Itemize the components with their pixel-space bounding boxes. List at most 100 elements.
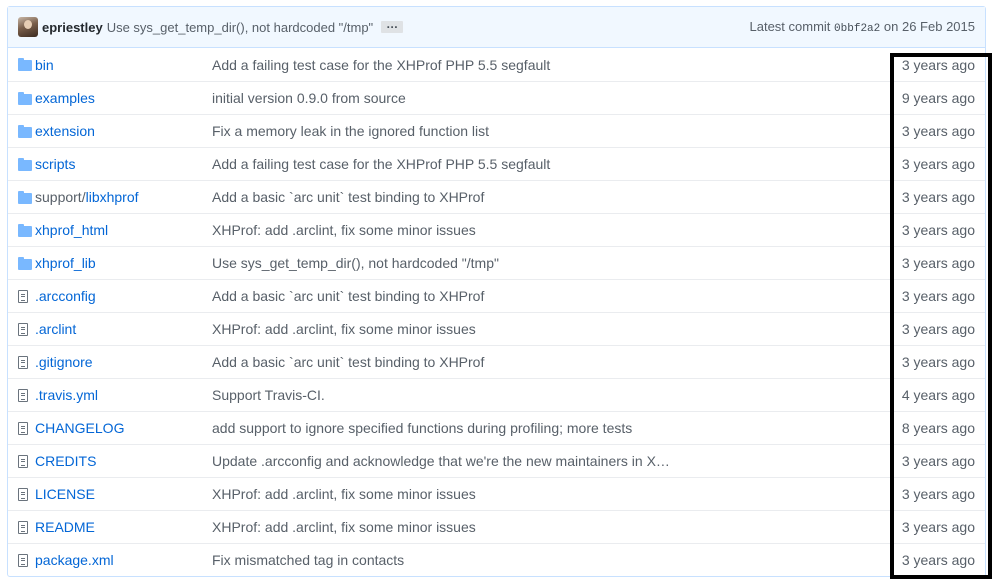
file-name-link[interactable]: LICENSE [35,486,212,502]
commit-sha-link[interactable]: 0bbf2a2 [834,23,880,35]
file-icon [18,289,28,303]
file-type-icon-cell [18,421,35,435]
file-row[interactable]: scripts Add a failing test case for the X… [8,147,985,180]
commit-age: 3 years ago [901,222,975,238]
commit-age: 3 years ago [901,519,975,535]
file-row[interactable]: LICENSE XHProf: add .arclint, fix some mi… [8,477,985,510]
file-row[interactable]: extension Fix a memory leak in the ignore… [8,114,985,147]
commit-age: 3 years ago [901,56,975,73]
file-name-text[interactable]: CREDITS [35,453,96,469]
commit-message-link[interactable]: Support Travis-CI. [212,387,892,403]
file-name-link[interactable]: .arcconfig [35,288,212,304]
file-name-link[interactable]: CHANGELOG [35,420,212,436]
commit-age: 3 years ago [901,255,975,271]
file-name-link[interactable]: .arclint [35,321,212,337]
commit-author-link[interactable]: epriestley [42,20,103,35]
file-type-icon-cell [18,322,35,336]
file-name-link[interactable]: scripts [35,156,212,172]
file-name-link[interactable]: bin [35,57,212,73]
file-name-link[interactable]: .gitignore [35,354,212,370]
file-name-text[interactable]: .gitignore [35,354,93,370]
commit-message-link[interactable]: Update .arcconfig and acknowledge that w… [212,453,892,469]
file-row[interactable]: .arclint XHProf: add .arclint, fix some m… [8,312,985,345]
folder-icon [18,190,32,204]
file-name-link[interactable]: support/libxhprof [35,189,212,205]
file-row[interactable]: .travis.yml Support Travis-CI. 4 years ago [8,378,985,411]
file-type-icon-cell [18,355,35,369]
file-row[interactable]: README XHProf: add .arclint, fix some min… [8,510,985,543]
file-name-text[interactable]: extension [35,123,95,139]
commit-age: 9 years ago [901,90,975,106]
commit-message-link[interactable]: Use sys_get_temp_dir(), not hardcoded "/… [107,20,373,35]
file-name-text[interactable]: bin [35,57,54,73]
file-type-icon-cell [18,91,35,105]
file-row[interactable]: xhprof_html XHProf: add .arclint, fix som… [8,213,985,246]
file-row[interactable]: package.xml Fix mismatched tag in contact… [8,543,985,576]
file-type-icon-cell [18,124,35,138]
file-name-text[interactable]: README [35,519,95,535]
commit-message-link[interactable]: Add a basic `arc unit` test binding to X… [212,189,892,205]
folder-icon [18,157,32,171]
commit-message-link[interactable]: XHProf: add .arclint, fix some minor iss… [212,321,892,337]
file-type-icon-cell [18,289,35,303]
commit-age: 8 years ago [901,420,975,436]
commit-age: 3 years ago [901,123,975,139]
file-icon [18,487,28,501]
file-row[interactable]: examples initial version 0.9.0 from sourc… [8,81,985,114]
file-row[interactable]: .gitignore Add a basic `arc unit` test bi… [8,345,985,378]
expand-commit-button[interactable]: … [381,18,404,33]
file-name-link[interactable]: .travis.yml [35,387,212,403]
folder-icon [18,91,32,105]
commit-age: 3 years ago [901,354,975,370]
commit-message-link[interactable]: Add a failing test case for the XHProf P… [212,57,892,73]
file-name-text[interactable]: xhprof_lib [35,255,96,271]
commit-message-link[interactable]: Add a failing test case for the XHProf P… [212,156,892,172]
file-type-icon-cell [18,58,35,71]
commit-message-link[interactable]: XHProf: add .arclint, fix some minor iss… [212,486,892,502]
commit-message-link[interactable]: Fix mismatched tag in contacts [212,552,892,568]
file-type-icon-cell [18,553,35,567]
commit-age: 3 years ago [901,189,975,205]
file-row[interactable]: support/libxhprof Add a basic `arc unit` … [8,180,985,213]
author-avatar[interactable] [18,17,38,37]
file-row[interactable]: .arcconfig Add a basic `arc unit` test bi… [8,279,985,312]
file-row[interactable]: CREDITS Update .arcconfig and acknowledge… [8,444,985,477]
latest-commit-label: Latest commit [749,19,831,34]
commit-date: 26 Feb 2015 [901,19,975,34]
file-row[interactable]: bin Add a failing test case for the XHPro… [8,48,985,81]
file-name-text[interactable]: LICENSE [35,486,95,502]
file-name-link[interactable]: README [35,519,212,535]
commit-message-link[interactable]: add support to ignore specified function… [212,420,892,436]
commit-message-link[interactable]: XHProf: add .arclint, fix some minor iss… [212,222,892,238]
file-name-text[interactable]: scripts [35,156,75,172]
file-row[interactable]: xhprof_lib Use sys_get_temp_dir(), not ha… [8,246,985,279]
commit-message-link[interactable]: Use sys_get_temp_dir(), not hardcoded "/… [212,255,892,271]
commit-message-link[interactable]: Add a basic `arc unit` test binding to X… [212,288,892,304]
file-name-text[interactable]: .travis.yml [35,387,98,403]
file-name-link[interactable]: xhprof_html [35,222,212,238]
commit-age: 3 years ago [901,321,975,337]
path-prefix: support/ [35,189,86,205]
commit-message-link[interactable]: initial version 0.9.0 from source [212,90,892,106]
file-name-text[interactable]: .arclint [35,321,76,337]
file-row[interactable]: CHANGELOG add support to ignore specified… [8,411,985,444]
file-type-icon-cell [18,256,35,270]
commit-age: 3 years ago [901,453,975,469]
file-name-link[interactable]: CREDITS [35,453,212,469]
file-name-link[interactable]: examples [35,90,212,106]
file-type-icon-cell [18,520,35,534]
commit-message-link[interactable]: Fix a memory leak in the ignored functio… [212,123,892,139]
file-name-text[interactable]: examples [35,90,95,106]
file-name-text[interactable]: libxhprof [86,189,139,205]
file-name-text[interactable]: CHANGELOG [35,420,124,436]
file-name-link[interactable]: package.xml [35,552,212,568]
file-icon [18,355,28,369]
commit-message-link[interactable]: Add a basic `arc unit` test binding to X… [212,354,892,370]
commit-message-link[interactable]: XHProf: add .arclint, fix some minor iss… [212,519,892,535]
file-name-text[interactable]: .arcconfig [35,288,96,304]
file-name-link[interactable]: xhprof_lib [35,255,212,271]
file-list: epriestley Use sys_get_temp_dir(), not h… [7,6,986,577]
file-name-text[interactable]: package.xml [35,552,114,568]
file-name-link[interactable]: extension [35,123,212,139]
file-name-text[interactable]: xhprof_html [35,222,108,238]
